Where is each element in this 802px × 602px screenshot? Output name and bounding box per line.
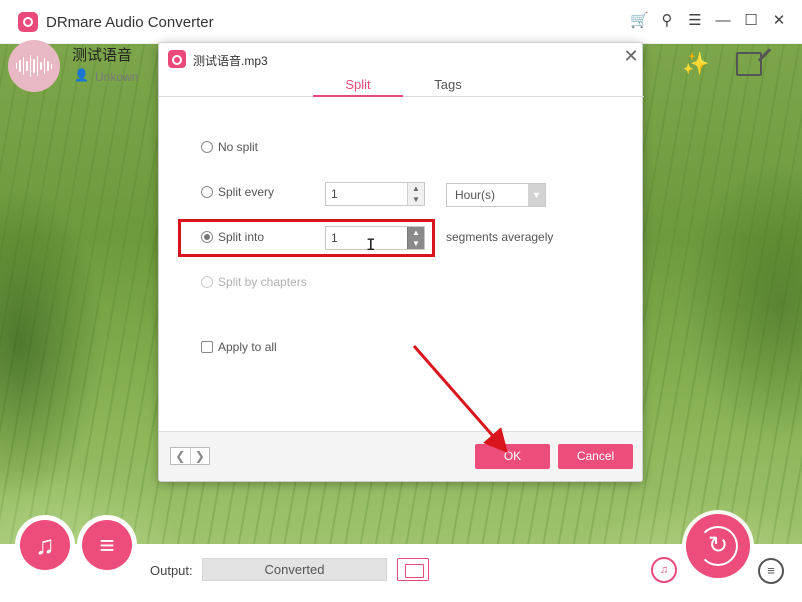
split-every-stepper[interactable]: 1 ▲ ▼ [325,182,425,206]
dialog-tabs: Split Tags [159,75,644,97]
cart-icon[interactable]: 🛒 [630,12,649,30]
pointer-arrow-icon [412,345,508,454]
chevron-down-icon[interactable]: ▼ [408,194,424,205]
dialog-title: 测试语音.mp3 [193,54,268,68]
browse-folder-button[interactable] [397,558,429,581]
split-by-chapters-label: Split by chapters [218,275,307,289]
add-music-button[interactable]: ♫ [20,520,70,570]
waveform-icon [16,54,52,78]
maximize-icon[interactable]: ☐ [742,12,760,30]
converted-list-button[interactable]: ≡ [758,558,784,584]
dialog-logo-icon [168,50,186,68]
split-unit-value: Hour(s) [455,188,496,202]
track-artist: Unkown [95,70,139,84]
chevron-right-icon[interactable]: ❯ [191,448,210,464]
add-playlist-button[interactable]: ≡ [82,520,132,570]
close-icon[interactable]: ✕ [770,12,788,30]
option-apply-to-all[interactable]: Apply to all [201,339,277,355]
edit-icon[interactable] [736,52,762,76]
track-nav: ❮ ❯ [170,447,210,465]
split-by-chapters-radio [201,276,213,288]
music-add-icon: ♫ [35,530,55,560]
title-bar-controls: 🛒 ⚲ ☰ — ☐ ✕ [630,10,788,32]
split-every-label: Split every [218,185,275,199]
app-title: DRmare Audio Converter [46,14,214,31]
no-split-radio[interactable] [201,141,213,153]
split-every-radio[interactable] [201,186,213,198]
option-split-by-chapters: Split by chapters [201,274,307,290]
split-unit-select[interactable]: Hour(s) ▼ [446,183,546,207]
key-icon[interactable]: ⚲ [658,12,676,30]
convert-button[interactable]: ↻ [686,514,750,578]
dropdown-arrow-icon[interactable]: ▼ [528,184,545,206]
convert-icon: ↻ [707,532,729,559]
magic-wand-icon[interactable]: ✨ [682,50,710,78]
audio-format-button[interactable]: ♫ [651,557,677,583]
text-cursor-icon: I [366,235,376,254]
no-split-label: No split [218,140,259,154]
playlist-add-icon: ≡ [99,530,115,560]
menu-icon[interactable]: ☰ [686,12,704,30]
app-logo-icon [18,12,38,32]
apply-to-all-checkbox[interactable] [201,341,213,353]
tab-tags[interactable]: Tags [403,77,493,97]
dialog-footer: ❮ ❯ OK Cancel [159,431,642,481]
split-every-value: 1 [331,187,338,201]
output-label: Output: [150,563,193,578]
option-no-split[interactable]: No split [201,139,258,155]
chevron-up-icon[interactable]: ▲ [408,183,424,194]
split-every-stepper-arrows[interactable]: ▲ ▼ [407,183,424,205]
chevron-left-icon[interactable]: ❮ [171,448,191,464]
segments-label: segments averagely [446,230,554,244]
highlight-box [178,219,435,257]
app-window: DRmare Audio Converter 🛒 ⚲ ☰ — ☐ ✕ 测试语音 … [0,0,802,602]
dialog-close-icon[interactable]: ✕ [622,46,640,66]
output-path-field[interactable]: Converted [202,558,387,581]
apply-to-all-label: Apply to all [218,340,277,354]
option-split-every[interactable]: Split every [201,184,274,200]
split-dialog: 测试语音.mp3 ✕ Split Tags No split Split eve… [158,42,644,482]
cancel-button[interactable]: Cancel [558,444,633,469]
user-icon: 👤 [74,68,89,82]
tab-split[interactable]: Split [313,77,403,97]
minimize-icon[interactable]: — [714,12,732,30]
track-title: 测试语音 [72,47,133,64]
track-cover [8,40,60,92]
